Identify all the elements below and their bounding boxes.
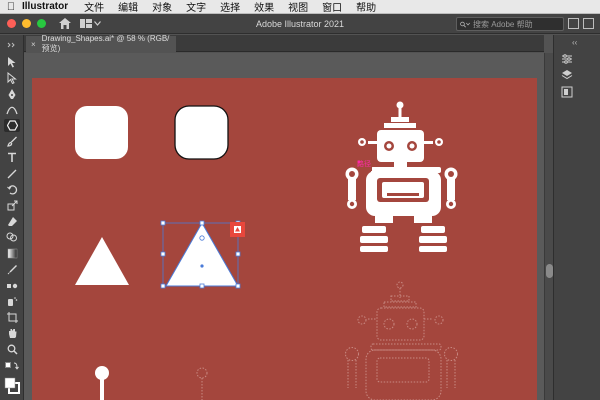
layers-panel-icon[interactable] (560, 68, 574, 82)
collapse-toolbar-icon[interactable] (4, 38, 20, 51)
vertical-scroll-thumb[interactable] (546, 264, 553, 278)
minimize-window-button[interactable] (22, 19, 31, 28)
menu-view[interactable]: 视图 (288, 0, 308, 14)
properties-panel-icon[interactable] (560, 52, 574, 66)
eraser-tool-icon[interactable] (4, 215, 20, 228)
polygon-sides-widget[interactable] (230, 222, 245, 237)
fill-stroke-swatches[interactable] (4, 375, 20, 397)
menu-window[interactable]: 窗口 (322, 0, 342, 14)
window-controls (0, 19, 46, 28)
titlebar-right-icons (568, 18, 594, 29)
type-tool-icon[interactable] (4, 151, 20, 164)
selection-tool-icon[interactable] (4, 55, 20, 68)
line-segment-tool-icon[interactable] (4, 167, 20, 180)
app-title-bar: Adobe Illustrator 2021 (0, 14, 600, 34)
cloud-icon[interactable] (583, 18, 594, 29)
vertical-scrollbar[interactable] (544, 53, 553, 400)
document-tab[interactable]: × Drawing_Shapes.ai* @ 58 % (RGB/预览) (26, 34, 176, 53)
menu-file[interactable]: 文件 (84, 0, 104, 14)
menu-type[interactable]: 文字 (186, 0, 206, 14)
pen-tool-icon[interactable] (4, 87, 20, 100)
close-tab-icon[interactable]: × (31, 40, 36, 49)
search-dropdown-icon (466, 22, 470, 26)
gradient-tool-icon[interactable] (4, 247, 20, 260)
robot-screen-slot (387, 193, 419, 196)
collapse-panels-icon[interactable]: ‹‹ (572, 38, 577, 47)
blend-tool-icon[interactable] (4, 279, 20, 292)
artboard-tool-icon[interactable] (4, 311, 20, 324)
selected-triangle[interactable] (160, 220, 241, 289)
smart-guide-anchor (357, 160, 361, 164)
menu-app-name[interactable]: Illustrator (22, 1, 68, 12)
help-search-input[interactable] (473, 19, 563, 29)
system-menu-bar:  Illustrator 文件 编辑 对象 文字 选择 效果 视图 窗口 帮助 (0, 0, 600, 14)
robot-outline-dotted[interactable] (345, 281, 458, 400)
libraries-panel-icon[interactable] (560, 85, 574, 99)
right-panel-dock: ‹‹ (553, 35, 600, 400)
scale-tool-icon[interactable] (4, 199, 20, 212)
home-icon[interactable] (58, 17, 72, 31)
share-icon[interactable] (568, 18, 579, 29)
zoom-window-button[interactable] (37, 19, 46, 28)
polygon-tool-icon[interactable] (4, 119, 20, 132)
menu-select[interactable]: 选择 (220, 0, 240, 14)
close-window-button[interactable] (7, 19, 16, 28)
workspace-switcher-button[interactable] (80, 19, 101, 28)
rounded-square-outlined[interactable] (174, 105, 229, 160)
canvas-area[interactable]: 路径 (24, 53, 544, 400)
robot-illustration[interactable] (345, 101, 458, 253)
swap-colors-icon[interactable] (4, 359, 20, 372)
document-tab-bar: × Drawing_Shapes.ai* @ 58 % (RGB/预览) (24, 34, 544, 53)
help-search-box[interactable] (456, 17, 564, 31)
chevron-down-icon (94, 21, 101, 26)
menu-object[interactable]: 对象 (152, 0, 172, 14)
layout-grid-icon (80, 19, 92, 28)
direct-selection-tool-icon[interactable] (4, 71, 20, 84)
curvature-tool-icon[interactable] (4, 103, 20, 116)
artboard[interactable]: 路径 (32, 78, 537, 400)
hand-tool-icon[interactable] (4, 327, 20, 340)
menu-effect[interactable]: 效果 (254, 0, 274, 14)
menu-help[interactable]: 帮助 (356, 0, 376, 14)
smart-guide-label: 路径 (357, 159, 371, 168)
rotate-tool-icon[interactable] (4, 183, 20, 196)
triangle-white[interactable] (75, 237, 129, 285)
paintbrush-tool-icon[interactable] (4, 135, 20, 148)
pawn-shape-dotted[interactable] (196, 367, 208, 400)
zoom-tool-icon[interactable] (4, 343, 20, 356)
symbol-sprayer-tool-icon[interactable] (4, 295, 20, 308)
eyedropper-tool-icon[interactable] (4, 263, 20, 276)
document-tab-label: Drawing_Shapes.ai* @ 58 % (RGB/预览) (41, 34, 170, 53)
shape-builder-tool-icon[interactable] (4, 231, 20, 244)
apple-icon[interactable]:  (0, 1, 22, 13)
pawn-shape[interactable] (95, 366, 109, 400)
menu-edit[interactable]: 编辑 (118, 0, 138, 14)
tools-panel (0, 35, 24, 400)
rounded-square-white[interactable] (75, 106, 128, 159)
